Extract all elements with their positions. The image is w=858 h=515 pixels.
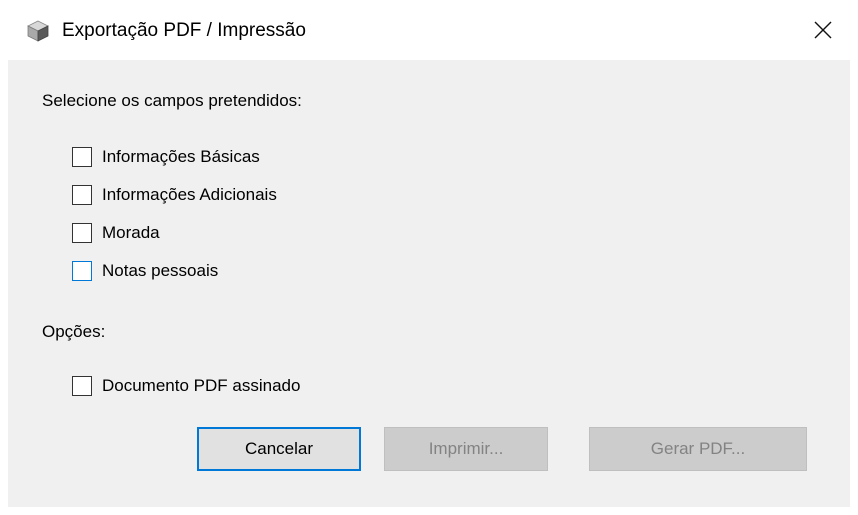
- generate-pdf-button[interactable]: Gerar PDF...: [589, 427, 807, 471]
- checkbox-label: Informações Adicionais: [102, 185, 277, 204]
- window-title: Exportação PDF / Impressão: [62, 20, 306, 41]
- fields-section-label: Selecione os campos pretendidos:: [42, 91, 302, 110]
- close-icon: [814, 21, 832, 39]
- checkbox-label: Informações Básicas: [102, 147, 260, 166]
- options-section-label: Opções:: [42, 322, 106, 341]
- close-button[interactable]: [788, 0, 858, 60]
- checkbox-label: Morada: [102, 223, 160, 242]
- cube-icon: [26, 19, 50, 43]
- dialog-body: Selecione os campos pretendidos: Informa…: [8, 60, 850, 507]
- checkbox-documento-pdf-assinado[interactable]: Documento PDF assinado: [72, 374, 300, 398]
- checkbox-morada[interactable]: Morada: [72, 221, 160, 245]
- checkbox-notas-pessoais[interactable]: Notas pessoais: [72, 259, 218, 283]
- checkbox-box[interactable]: [72, 185, 92, 205]
- checkbox-box[interactable]: [72, 223, 92, 243]
- cancel-button[interactable]: Cancelar: [197, 427, 361, 471]
- checkbox-label: Documento PDF assinado: [102, 376, 301, 395]
- checkbox-box[interactable]: [72, 376, 92, 396]
- checkbox-informacoes-basicas[interactable]: Informações Básicas: [72, 145, 260, 169]
- checkbox-box[interactable]: [72, 261, 92, 281]
- export-dialog: Exportação PDF / Impressão Selecione os …: [0, 0, 858, 515]
- checkbox-informacoes-adicionais[interactable]: Informações Adicionais: [72, 183, 277, 207]
- checkbox-box[interactable]: [72, 147, 92, 167]
- print-button[interactable]: Imprimir...: [384, 427, 548, 471]
- checkbox-label: Notas pessoais: [102, 261, 219, 280]
- title-bar: Exportação PDF / Impressão: [0, 0, 858, 60]
